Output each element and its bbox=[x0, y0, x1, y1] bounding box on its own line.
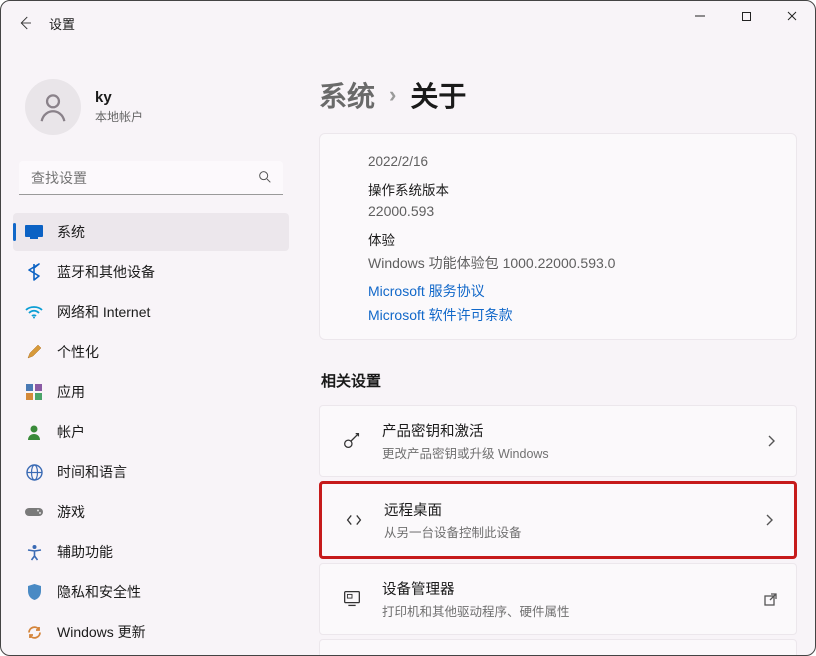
window-title: 设置 bbox=[49, 14, 75, 33]
setting-subtitle: 更改产品密钥或升级 Windows bbox=[382, 443, 764, 462]
accessibility-icon bbox=[25, 543, 43, 561]
wifi-icon bbox=[25, 303, 43, 321]
sidebar-item-label: 隐私和安全性 bbox=[57, 582, 141, 602]
avatar bbox=[25, 79, 81, 135]
sidebar-item-time[interactable]: 时间和语言 bbox=[13, 453, 289, 491]
sidebar-item-label: 蓝牙和其他设备 bbox=[57, 262, 155, 282]
info-exp-value: Windows 功能体验包 1000.22000.593.0 bbox=[368, 253, 796, 273]
settings-window: 设置 ky 本地帐户 系统蓝牙和其他设备网络和 Internet 个性化应用帐户时… bbox=[0, 0, 816, 656]
sidebar-item-update[interactable]: Windows 更新 bbox=[13, 613, 289, 651]
sidebar-item-apps[interactable]: 应用 bbox=[13, 373, 289, 411]
sidebar-item-label: 时间和语言 bbox=[57, 462, 127, 482]
setting-rdp[interactable]: 远程桌面 从另一台设备控制此设备 bbox=[319, 481, 797, 559]
about-info-card: 2022/2/16 操作系统版本 22000.593 体验 Windows 功能… bbox=[319, 133, 797, 340]
breadcrumb: 系统 › 关于 bbox=[319, 45, 797, 133]
open-external-icon bbox=[763, 592, 778, 607]
devmgr-icon bbox=[338, 588, 366, 610]
search-box[interactable] bbox=[19, 161, 283, 195]
remote-icon bbox=[340, 509, 368, 531]
related-settings-list: 产品密钥和激活 更改产品密钥或升级 Windows 远程桌面 从另一台设备控制此… bbox=[319, 405, 797, 655]
update-icon bbox=[25, 623, 43, 641]
main-content: 系统 › 关于 2022/2/16 操作系统版本 22000.593 体验 Wi… bbox=[301, 45, 815, 655]
user-icon bbox=[25, 423, 43, 441]
gamepad-icon bbox=[25, 503, 43, 521]
globe-icon bbox=[25, 463, 43, 481]
breadcrumb-parent[interactable]: 系统 bbox=[319, 75, 375, 115]
sidebar-item-system[interactable]: 系统 bbox=[13, 213, 289, 251]
brush-icon bbox=[25, 343, 43, 361]
related-settings-heading: 相关设置 bbox=[321, 370, 797, 391]
breadcrumb-current: 关于 bbox=[410, 75, 466, 115]
info-install-date: 2022/2/16 bbox=[368, 144, 796, 169]
sidebar-item-label: 帐户 bbox=[57, 422, 85, 442]
close-button[interactable] bbox=[769, 1, 815, 31]
maximize-button[interactable] bbox=[723, 1, 769, 31]
chevron-right-icon: › bbox=[389, 82, 396, 108]
sidebar-item-label: 游戏 bbox=[57, 502, 85, 522]
search-input[interactable] bbox=[19, 161, 283, 195]
sidebar-item-net[interactable]: 网络和 Internet bbox=[13, 293, 289, 331]
sidebar: ky 本地帐户 系统蓝牙和其他设备网络和 Internet 个性化应用帐户时间和语… bbox=[1, 45, 301, 655]
link-license-terms[interactable]: Microsoft 软件许可条款 bbox=[368, 305, 796, 325]
info-exp-label: 体验 bbox=[368, 219, 796, 249]
sidebar-item-label: 辅助功能 bbox=[57, 542, 113, 562]
sidebar-item-privacy[interactable]: 隐私和安全性 bbox=[13, 573, 289, 611]
profile-name: ky bbox=[95, 89, 143, 106]
system-icon bbox=[25, 223, 43, 241]
search-icon bbox=[257, 169, 273, 185]
sidebar-item-label: 应用 bbox=[57, 382, 85, 402]
sidebar-item-pers[interactable]: 个性化 bbox=[13, 333, 289, 371]
key-icon bbox=[338, 430, 366, 452]
sidebar-item-game[interactable]: 游戏 bbox=[13, 493, 289, 531]
profile-sub: 本地帐户 bbox=[95, 108, 143, 125]
setting-subtitle: 打印机和其他驱动程序、硬件属性 bbox=[382, 601, 763, 620]
sidebar-item-label: 系统 bbox=[57, 222, 85, 242]
sidebar-item-label: 个性化 bbox=[57, 342, 99, 362]
profile-block[interactable]: ky 本地帐户 bbox=[13, 45, 289, 161]
chevron-right-icon bbox=[762, 513, 776, 527]
sidebar-item-label: Windows 更新 bbox=[57, 622, 146, 642]
info-os-label: 操作系统版本 bbox=[368, 169, 796, 199]
sidebar-item-label: 网络和 Internet bbox=[57, 302, 150, 322]
setting-title: 产品密钥和激活 bbox=[382, 420, 764, 441]
setting-title: 远程桌面 bbox=[384, 499, 762, 520]
minimize-button[interactable] bbox=[677, 1, 723, 31]
sidebar-item-bt[interactable]: 蓝牙和其他设备 bbox=[13, 253, 289, 291]
setting-activation[interactable]: 产品密钥和激活 更改产品密钥或升级 Windows bbox=[319, 405, 797, 477]
sidebar-item-access[interactable]: 辅助功能 bbox=[13, 533, 289, 571]
setting-devmgr[interactable]: 设备管理器 打印机和其他驱动程序、硬件属性 bbox=[319, 563, 797, 635]
info-os-value: 22000.593 bbox=[368, 203, 796, 219]
chevron-right-icon bbox=[764, 434, 778, 448]
apps-icon bbox=[25, 383, 43, 401]
setting-title: 设备管理器 bbox=[382, 578, 763, 599]
window-controls bbox=[677, 1, 815, 31]
bluetooth-icon bbox=[25, 263, 43, 281]
setting-subtitle: 从另一台设备控制此设备 bbox=[384, 522, 762, 541]
link-service-agreement[interactable]: Microsoft 服务协议 bbox=[368, 281, 796, 301]
sidebar-item-acct[interactable]: 帐户 bbox=[13, 413, 289, 451]
setting-bitlocker[interactable]: BitLocker 设备加密帮助保护数据 bbox=[319, 639, 797, 655]
back-button[interactable] bbox=[5, 3, 45, 43]
shield-icon bbox=[25, 583, 43, 601]
nav-menu: 系统蓝牙和其他设备网络和 Internet 个性化应用帐户时间和语言游戏辅助功能隐… bbox=[13, 213, 289, 651]
